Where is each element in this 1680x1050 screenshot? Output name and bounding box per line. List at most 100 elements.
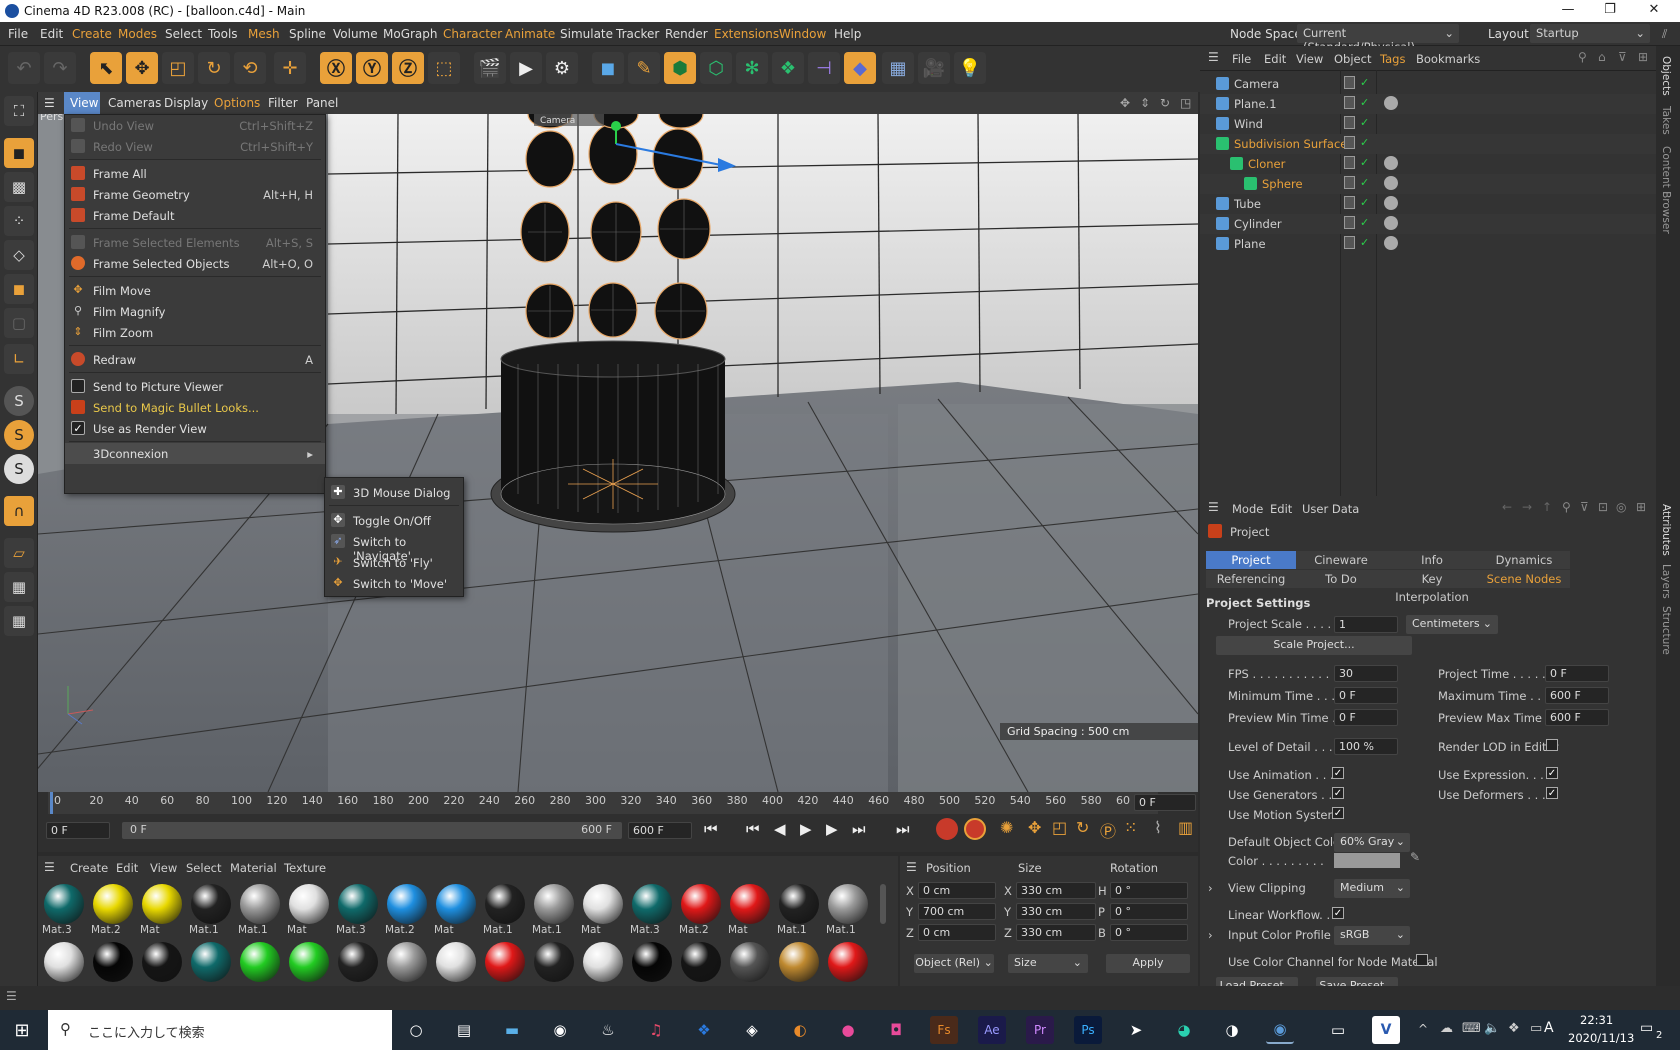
undo-icon[interactable]: ↶ — [8, 52, 40, 84]
material-swatch[interactable] — [432, 940, 476, 984]
cinema4d-taskbar-icon[interactable]: ◉ — [1266, 1016, 1294, 1044]
playhead[interactable] — [50, 792, 53, 814]
material-swatch[interactable]: Mat — [285, 882, 329, 936]
end-frame-field[interactable]: 600 F — [628, 822, 692, 839]
menu-item-switch-navigate[interactable]: ➶ Switch to 'Navigate' — [325, 531, 463, 563]
enabled-check-icon[interactable]: ✓ — [1360, 176, 1369, 189]
enabled-check-icon[interactable]: ✓ — [1360, 236, 1369, 249]
y-axis-lock-icon[interactable]: Ⓨ — [356, 52, 388, 84]
use-animation-checkbox[interactable]: ✓ — [1332, 767, 1344, 779]
object-menu-file[interactable]: File — [1232, 52, 1251, 66]
expand-arrow-icon[interactable]: › — [1208, 881, 1213, 895]
use-color-channel-checkbox[interactable] — [1416, 954, 1428, 966]
enabled-check-icon[interactable]: ✓ — [1360, 116, 1369, 129]
attr-menu-mode[interactable]: Mode — [1232, 502, 1263, 516]
tab-to-do[interactable]: To Do — [1296, 570, 1386, 588]
edges-mode-icon[interactable]: ◇ — [4, 240, 34, 270]
pin-icon[interactable]: ⫽ — [1662, 27, 1667, 42]
axis-move-icon[interactable]: ✛ — [274, 52, 306, 84]
dropbox-tray-icon[interactable]: ❖ — [1508, 1021, 1520, 1036]
material-menu-material[interactable]: Material — [230, 861, 277, 875]
battery-icon[interactable]: ▭ — [1530, 1021, 1542, 1036]
material-swatch[interactable] — [530, 940, 574, 984]
material-swatch[interactable] — [138, 940, 182, 984]
material-swatch[interactable] — [187, 940, 231, 984]
timeline-ruler[interactable]: 0 20 40 60 80 100 120 140 160 180 200 220 240 260 280 3… — [48, 792, 1158, 814]
tab-info[interactable]: Info — [1386, 551, 1478, 569]
enabled-check-icon[interactable]: ✓ — [1360, 76, 1369, 89]
project-scale-field[interactable]: 1 — [1334, 616, 1398, 633]
cube-icon[interactable]: ◼ — [592, 52, 624, 84]
uv-mode-icon[interactable]: ▢ — [4, 308, 34, 338]
attr-menu-user-data[interactable]: User Data — [1302, 502, 1359, 516]
material-swatch[interactable]: Mat — [579, 882, 623, 936]
record-icon[interactable] — [936, 818, 958, 840]
polygons-mode-icon[interactable]: ◼ — [4, 274, 34, 304]
project-time-field[interactable]: 0 F — [1545, 665, 1609, 682]
material-swatch[interactable] — [236, 940, 280, 984]
layout-dropdown[interactable]: Startup ⌄ — [1530, 24, 1650, 43]
cloud-icon[interactable]: ☁ — [1440, 1021, 1453, 1036]
size-field[interactable]: 330 cm — [1016, 903, 1096, 920]
next-key-icon[interactable]: ⏭ — [852, 820, 866, 838]
task-view-icon[interactable]: ▤ — [450, 1016, 478, 1044]
menu-item-film-zoom[interactable]: ⇕ Film Zoom — [65, 322, 325, 343]
material-swatch[interactable] — [677, 940, 721, 984]
itunes-icon[interactable]: ♫ — [642, 1016, 670, 1044]
app-icon[interactable]: V — [1372, 1016, 1400, 1044]
menu-item-switch-fly[interactable]: ✈ Switch to 'Fly' — [325, 552, 463, 573]
mograph-icon[interactable]: ❖ — [772, 52, 804, 84]
go-to-start-icon[interactable]: ⏮ — [704, 820, 718, 838]
object-row[interactable]: Tube ✓ — [1200, 194, 1656, 214]
camera-icon[interactable]: 🎥 — [918, 52, 950, 84]
menu-item-send-to-magic-bullet[interactable]: Send to Magic Bullet Looks... — [65, 397, 325, 418]
fps-field[interactable]: 30 — [1334, 665, 1398, 682]
previous-frame-icon[interactable]: ◀ — [774, 820, 786, 838]
menu-item-film-move[interactable]: ✥ Film Move — [65, 280, 325, 301]
material-menu-edit[interactable]: Edit — [116, 861, 138, 875]
menu-select[interactable]: Select — [165, 27, 202, 41]
enabled-check-icon[interactable]: ✓ — [1360, 136, 1369, 149]
scale-project-button[interactable]: Scale Project... — [1216, 636, 1412, 655]
axis-mode-icon[interactable]: ∟ — [4, 344, 34, 374]
use-deformers-checkbox[interactable]: ✓ — [1546, 787, 1558, 799]
material-menu-select[interactable]: Select — [186, 861, 221, 875]
menu-render[interactable]: Render — [665, 27, 708, 41]
hamburger-icon[interactable]: ☰ — [1208, 500, 1219, 514]
tab-scene-nodes[interactable]: Scene Nodes — [1478, 570, 1570, 588]
enabled-check-icon[interactable]: ✓ — [1360, 196, 1369, 209]
go-to-end-icon[interactable]: ⏭ — [896, 820, 910, 838]
photoshop-icon[interactable]: Ps — [1074, 1016, 1102, 1044]
menu-character[interactable]: Character — [443, 27, 502, 41]
size-field[interactable]: 330 cm — [1016, 882, 1096, 899]
viewport-menu-panel[interactable]: Panel — [306, 96, 338, 110]
material-swatch[interactable] — [334, 940, 378, 984]
dolly-icon[interactable]: ⇕ — [1140, 96, 1150, 110]
edge-icon[interactable]: ◕ — [1170, 1016, 1198, 1044]
x-axis-lock-icon[interactable]: Ⓧ — [320, 52, 352, 84]
subdivision-icon[interactable]: ⬢ — [664, 52, 696, 84]
material-swatch[interactable]: Mat.1 — [236, 882, 280, 936]
app-icon[interactable]: ◑ — [1218, 1016, 1246, 1044]
network-icon[interactable]: ⌨ — [1462, 1021, 1481, 1036]
preview-min-time-field[interactable]: 0 F — [1334, 709, 1398, 726]
material-swatch[interactable]: Mat — [432, 882, 476, 936]
level-of-detail-field[interactable]: 100 % — [1334, 738, 1398, 755]
eyedropper-icon[interactable]: ✎ — [1410, 850, 1420, 864]
add-icon[interactable]: ⊞ — [1638, 50, 1648, 64]
input-color-profile-dropdown[interactable]: sRGB ⌄ — [1334, 926, 1410, 945]
material-swatch[interactable]: Mat — [138, 882, 182, 936]
material-menu-texture[interactable]: Texture — [284, 861, 326, 875]
menu-item-film-magnify[interactable]: ⚲ Film Magnify — [65, 301, 325, 322]
move-tool-icon[interactable]: ✥ — [126, 52, 158, 84]
menu-item-frame-default[interactable]: Frame Default — [65, 205, 325, 226]
object-row[interactable]: Plane ✓ — [1200, 234, 1656, 254]
view-clipping-dropdown[interactable]: Medium ⌄ — [1334, 879, 1410, 898]
home-icon[interactable]: ⌂ — [1598, 50, 1606, 64]
menu-file[interactable]: File — [8, 27, 28, 41]
workplane-icon[interactable]: ▱ — [4, 538, 34, 568]
generator-icon[interactable]: ⬡ — [700, 52, 732, 84]
up-icon[interactable]: ↑ — [1542, 500, 1552, 514]
psr-icon[interactable]: ⟲ — [234, 52, 266, 84]
side-tab-objects[interactable]: Objects — [1660, 56, 1672, 96]
